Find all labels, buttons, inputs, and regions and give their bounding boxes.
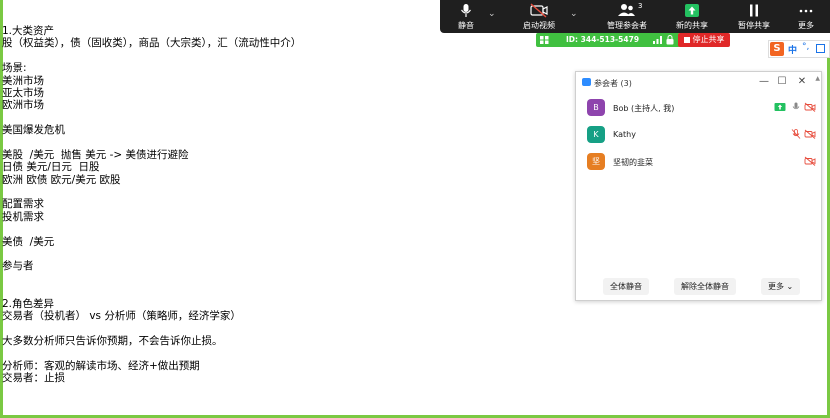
more-dots-icon xyxy=(799,9,813,13)
video-off-icon xyxy=(530,3,548,18)
document-line: 配置需求 xyxy=(2,198,44,211)
signal-icon xyxy=(653,36,662,44)
avatar: K xyxy=(587,126,605,143)
microphone-muted-icon[interactable] xyxy=(790,129,802,139)
document-line: 大多数分析师只告诉你预期，不会告诉你止损。 xyxy=(2,334,223,347)
document-line: 2.角色差异 xyxy=(2,297,55,310)
participant-count-badge: 3 xyxy=(638,2,643,10)
video-off-icon[interactable] xyxy=(804,129,816,139)
participant-row[interactable]: K Kathy xyxy=(576,123,816,145)
video-options-chevron-icon[interactable]: ⌄ xyxy=(570,9,580,19)
document-line: 交易者：止损 xyxy=(2,371,65,384)
maximize-button[interactable]: ☐ xyxy=(774,75,790,89)
document-line: 欧洲市场 xyxy=(2,99,44,112)
lock-icon xyxy=(666,35,674,45)
screen-share-icon xyxy=(774,103,786,111)
stop-share-label: 停止共享 xyxy=(692,35,725,44)
mute-label: 静音 xyxy=(458,21,474,30)
meeting-toolbar: 静音 ⌄ 启动视频 ⌄ 3 管理参会者 新的共享 暂停共享 更多 xyxy=(440,0,830,33)
document-line: 分析师：客观的解读市场、经济+做出预期 xyxy=(2,359,200,372)
manage-participants-label: 管理参会者 xyxy=(607,21,647,30)
sogou-logo-icon: S xyxy=(770,42,784,56)
start-video-label: 启动视频 xyxy=(523,21,555,30)
close-button[interactable]: ✕ xyxy=(794,75,810,89)
pause-share-label: 暂停共享 xyxy=(738,21,770,30)
video-off-icon[interactable] xyxy=(804,102,816,112)
document-line: 股（权益类），债（固收类），商品（大宗类），汇（流动性中介） xyxy=(2,37,302,50)
microphone-icon xyxy=(461,4,471,17)
ime-punctuation-indicator[interactable]: °, xyxy=(802,42,809,52)
participant-name: Bob (主持人, 我) xyxy=(613,104,675,113)
document-line: 美债 /美元 xyxy=(2,235,55,248)
pause-share-button[interactable]: 暂停共享 xyxy=(734,0,774,33)
microphone-icon[interactable] xyxy=(790,102,802,112)
document-line: 日债 美元/日元 日股 xyxy=(2,161,100,174)
meeting-id: ID: 344-513-5479 xyxy=(566,35,640,44)
participants-icon xyxy=(618,4,635,16)
panel-more-button[interactable]: 更多 ⌄ xyxy=(761,278,801,295)
stop-share-button[interactable]: 停止共享 xyxy=(678,33,730,47)
document-line: 亚太市场 xyxy=(2,86,44,99)
participant-name: Kathy xyxy=(613,130,636,139)
meeting-status-bar[interactable]: ID: 344-513-5479 xyxy=(536,33,680,47)
zoom-logo-icon xyxy=(582,78,591,86)
ime-keyboard-icon[interactable] xyxy=(816,44,825,53)
panel-title: 参会者 (3) xyxy=(594,79,632,88)
manage-participants-button[interactable]: 3 管理参会者 xyxy=(600,0,654,33)
document-line: 投机需求 xyxy=(2,210,44,223)
stop-square-icon xyxy=(683,36,690,43)
shared-document: 1.大类资产 股（权益类），债（固收类），商品（大宗类），汇（流动性中介） 场景: 美… xyxy=(2,25,562,384)
avatar: 坚 xyxy=(587,153,605,170)
start-video-button[interactable]: 启动视频 xyxy=(516,0,562,33)
participants-panel: 参会者 (3) — ☐ ✕ ▲ B Bob (主持人, 我) K Kathy 坚… xyxy=(575,71,822,301)
share-arrow-icon xyxy=(685,4,699,17)
document-line: 美国爆发危机 xyxy=(2,124,65,137)
participant-row[interactable]: B Bob (主持人, 我) xyxy=(576,96,816,118)
mute-button[interactable]: 静音 xyxy=(446,0,486,33)
audio-options-chevron-icon[interactable]: ⌄ xyxy=(488,9,498,19)
ime-toolbar[interactable]: S 中 °, xyxy=(768,40,830,58)
ime-mode-indicator[interactable]: 中 xyxy=(788,43,797,56)
video-off-icon[interactable] xyxy=(804,156,816,166)
document-line: 场景: xyxy=(2,62,27,75)
document-line: 美股 /美元 抛售 美元 -> 美债进行避险 xyxy=(2,148,189,161)
new-share-label: 新的共享 xyxy=(676,21,708,30)
grid-icon xyxy=(540,36,549,44)
document-line: 欧洲 欧债 欧元/美元 欧股 xyxy=(2,173,121,186)
minimize-button[interactable]: — xyxy=(756,75,772,89)
pause-icon xyxy=(750,4,758,17)
mute-all-button[interactable]: 全体静音 xyxy=(603,278,649,295)
new-share-button[interactable]: 新的共享 xyxy=(672,0,712,33)
document-line: 美洲市场 xyxy=(2,74,44,87)
participant-name: 坚韧的韭菜 xyxy=(613,158,653,167)
panel-more-label: 更多 xyxy=(768,282,784,291)
document-line: 参与者 xyxy=(2,260,34,273)
document-line: 交易者（投机者） vs 分析师（策略师，经济学家） xyxy=(2,309,241,322)
chevron-down-icon: ⌄ xyxy=(786,282,794,291)
more-button[interactable]: 更多 xyxy=(790,0,822,33)
avatar: B xyxy=(587,99,605,116)
participant-row[interactable]: 坚 坚韧的韭菜 xyxy=(576,150,816,172)
unmute-all-button[interactable]: 解除全体静音 xyxy=(674,278,736,295)
scroll-up-arrow-icon[interactable]: ▲ xyxy=(815,75,820,82)
more-label: 更多 xyxy=(798,21,814,30)
